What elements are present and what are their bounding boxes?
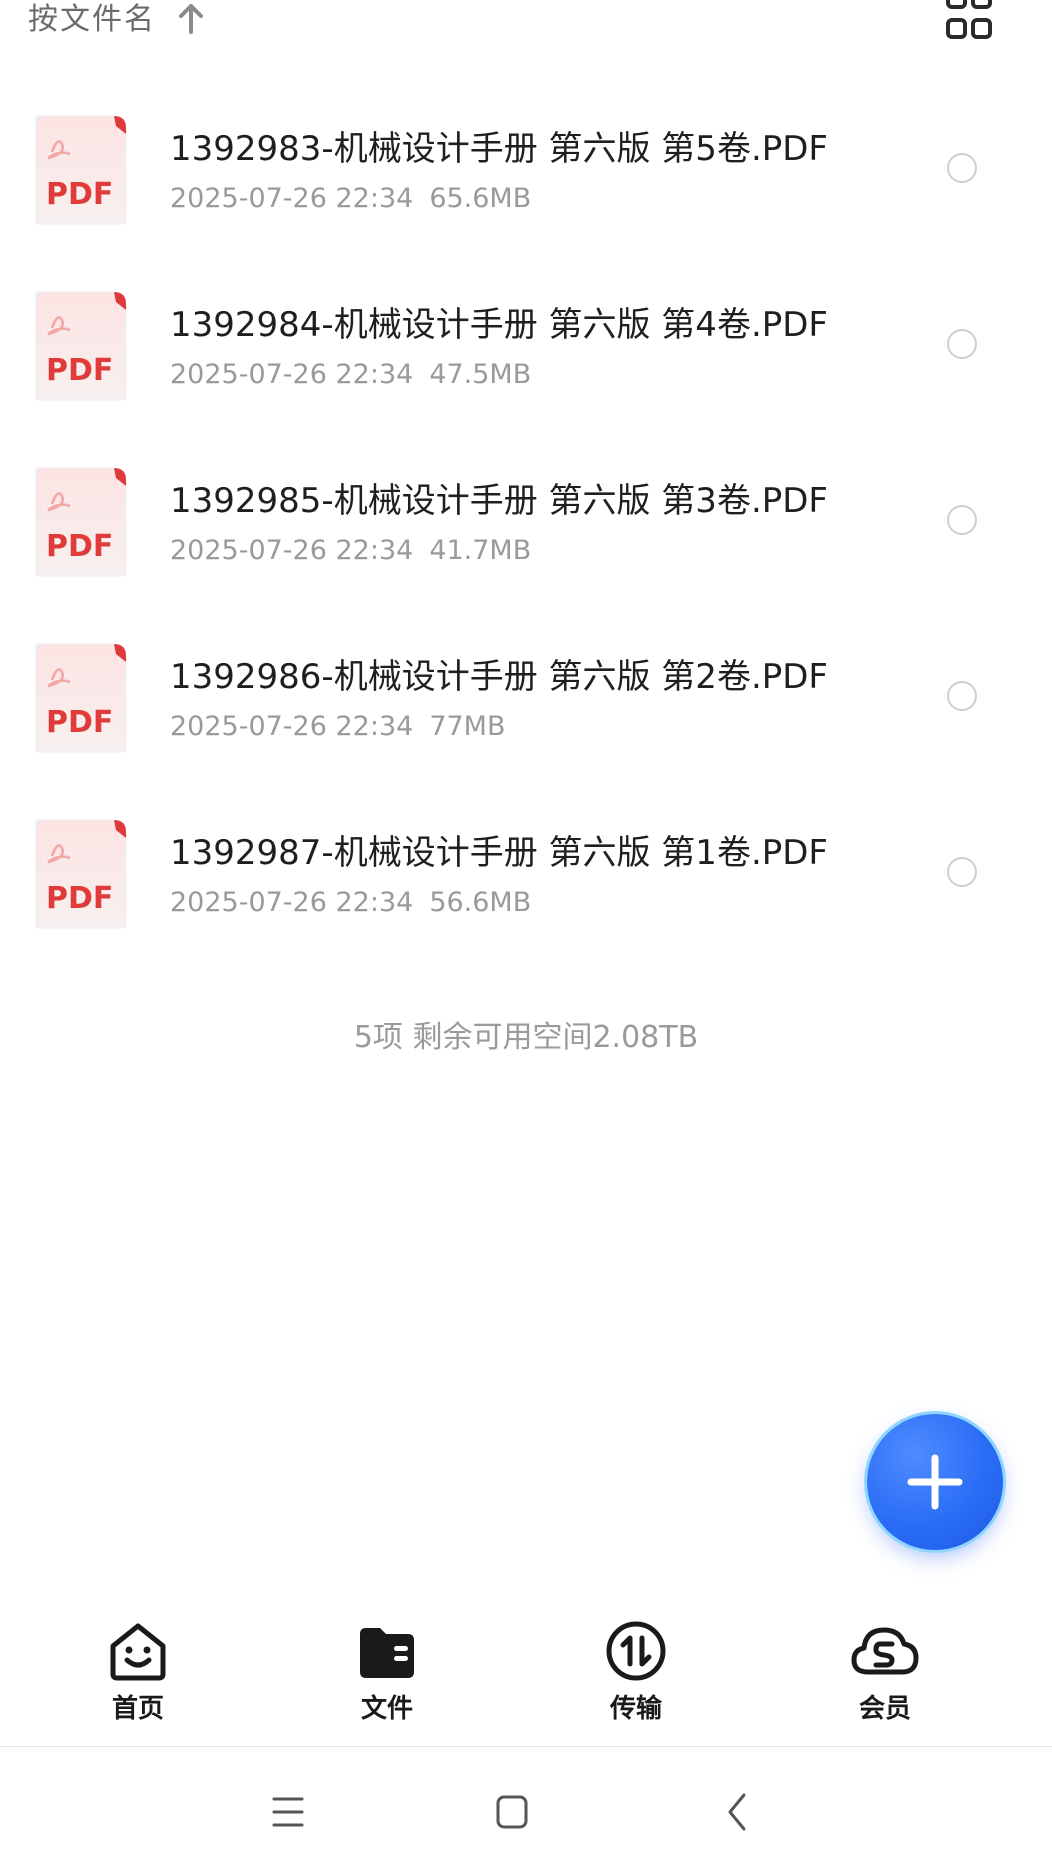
back-icon[interactable] <box>708 1787 768 1837</box>
select-radio[interactable] <box>947 681 977 711</box>
pdf-file-icon: PDF <box>35 291 127 401</box>
nav-label-home: 首页 <box>111 1694 164 1724</box>
menu-icon[interactable] <box>258 1787 318 1837</box>
file-size: 65.6MB <box>429 183 532 214</box>
pdf-icon-text: PDF <box>46 705 113 740</box>
file-row[interactable]: PDF 1392985-机械设计手册 第六版 第3卷.PDF 2025-07-2… <box>0 452 1052 628</box>
file-meta: 2025-07-26 22:34 65.6MB <box>170 180 531 218</box>
pdf-icon-text: PDF <box>46 177 113 212</box>
pdf-file-icon: PDF <box>35 115 127 225</box>
nav-item-vip[interactable]: 会员 <box>805 1610 965 1746</box>
file-name: 1392986-机械设计手册 第六版 第2卷.PDF <box>170 657 828 697</box>
sort-by-name-label[interactable]: 按文件名 <box>28 0 156 40</box>
file-size: 41.7MB <box>429 535 532 566</box>
nav-label-transfer: 传输 <box>609 1694 662 1724</box>
select-radio[interactable] <box>947 153 977 183</box>
file-date: 2025-07-26 22:34 <box>170 359 414 390</box>
file-name: 1392985-机械设计手册 第六版 第3卷.PDF <box>170 481 828 521</box>
file-meta: 2025-07-26 22:34 41.7MB <box>170 532 531 570</box>
nav-label-vip: 会员 <box>858 1694 911 1724</box>
cloud-vip-icon <box>851 1627 919 1675</box>
file-row[interactable]: PDF 1392983-机械设计手册 第六版 第5卷.PDF 2025-07-2… <box>0 100 1052 276</box>
file-size: 47.5MB <box>429 359 532 390</box>
pdf-file-icon: PDF <box>35 819 127 929</box>
file-name: 1392983-机械设计手册 第六版 第5卷.PDF <box>170 129 828 169</box>
file-date: 2025-07-26 22:34 <box>170 711 414 742</box>
file-date: 2025-07-26 22:34 <box>170 535 414 566</box>
pdf-icon-text: PDF <box>46 529 113 564</box>
file-meta: 2025-07-26 22:34 56.6MB <box>170 884 531 922</box>
file-name: 1392987-机械设计手册 第六版 第1卷.PDF <box>170 833 828 873</box>
file-meta: 2025-07-26 22:34 47.5MB <box>170 356 531 394</box>
select-radio[interactable] <box>947 505 977 535</box>
transfer-icon <box>606 1621 666 1681</box>
file-size: 77MB <box>429 711 506 742</box>
pdf-file-icon: PDF <box>35 643 127 753</box>
pdf-icon-text: PDF <box>46 881 113 916</box>
folder-icon <box>360 1628 414 1678</box>
file-size: 56.6MB <box>429 887 532 918</box>
nav-label-files: 文件 <box>360 1694 413 1724</box>
grid-view-icon[interactable] <box>945 0 993 42</box>
nav-item-files[interactable]: 文件 <box>307 1610 467 1746</box>
pdf-file-icon: PDF <box>35 467 127 577</box>
plus-icon <box>907 1454 963 1510</box>
system-nav-bar <box>0 1747 1052 1876</box>
select-radio[interactable] <box>947 857 977 887</box>
file-row[interactable]: PDF 1392986-机械设计手册 第六版 第2卷.PDF 2025-07-2… <box>0 628 1052 804</box>
file-name: 1392984-机械设计手册 第六版 第4卷.PDF <box>170 305 828 345</box>
file-list: PDF 1392983-机械设计手册 第六版 第5卷.PDF 2025-07-2… <box>0 100 1052 980</box>
file-meta: 2025-07-26 22:34 77MB <box>170 708 506 746</box>
sort-bar: 按文件名 <box>0 0 1052 50</box>
arrow-up-icon[interactable] <box>176 2 206 36</box>
home-smile-icon <box>110 1623 166 1681</box>
nav-item-transfer[interactable]: 传输 <box>556 1610 716 1746</box>
pdf-icon-text: PDF <box>46 353 113 388</box>
file-row[interactable]: PDF 1392987-机械设计手册 第六版 第1卷.PDF 2025-07-2… <box>0 804 1052 980</box>
file-date: 2025-07-26 22:34 <box>170 887 414 918</box>
file-row[interactable]: PDF 1392984-机械设计手册 第六版 第4卷.PDF 2025-07-2… <box>0 276 1052 452</box>
bottom-nav: 首页 文件 传输 会员 <box>0 1610 1052 1746</box>
select-radio[interactable] <box>947 329 977 359</box>
nav-item-home[interactable]: 首页 <box>58 1610 218 1746</box>
home-square-icon[interactable] <box>482 1787 542 1837</box>
add-fab-button[interactable] <box>867 1414 1003 1550</box>
file-date: 2025-07-26 22:34 <box>170 183 414 214</box>
storage-summary: 5项 剩余可用空间2.08TB <box>353 1020 699 1055</box>
